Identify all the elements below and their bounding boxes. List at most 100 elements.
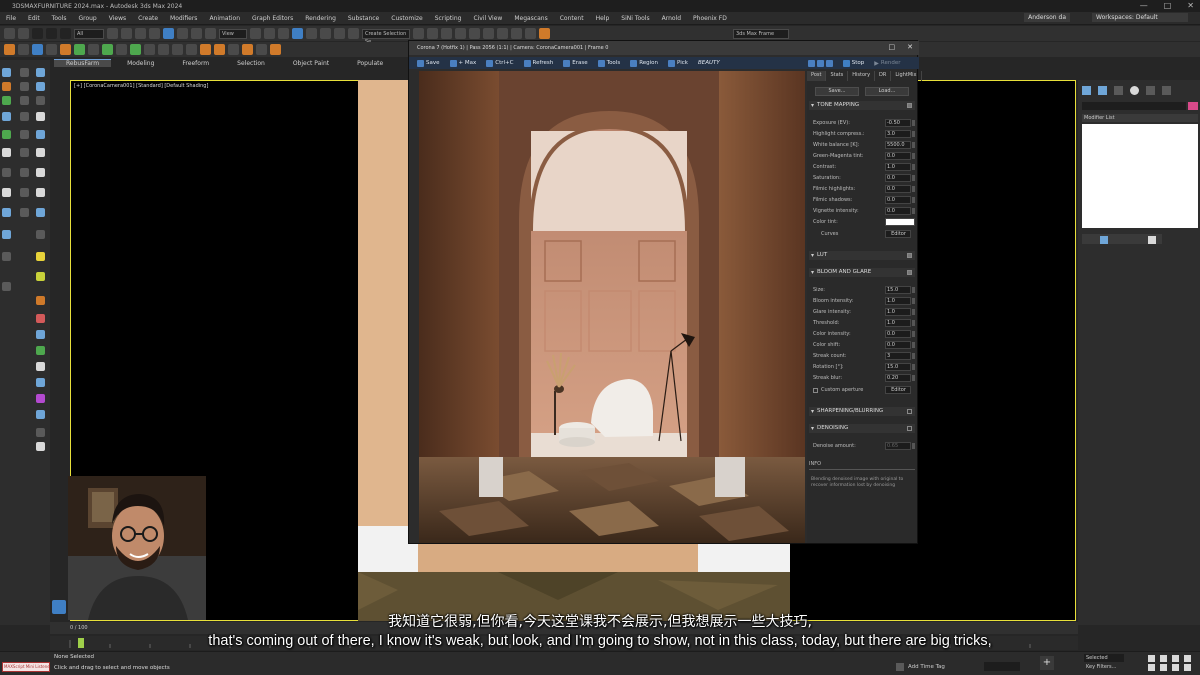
vfb-erase-button[interactable]: Erase xyxy=(559,59,591,67)
helpers-icon[interactable] xyxy=(2,96,11,105)
pan-icon[interactable] xyxy=(1160,664,1167,671)
workspace-select[interactable]: Workspaces: Default xyxy=(1092,13,1188,22)
ngon-icon[interactable] xyxy=(20,188,29,197)
named-selection-set[interactable]: Create Selection Se xyxy=(362,28,410,45)
bind-icon[interactable] xyxy=(60,28,71,39)
menu-content[interactable]: Content xyxy=(554,15,590,22)
streak-count-spinner[interactable] xyxy=(912,353,915,359)
tab-lightmix[interactable]: LightMix xyxy=(891,71,922,81)
spot-light-icon[interactable] xyxy=(2,282,11,291)
render-production-icon[interactable] xyxy=(539,28,550,39)
cameras-icon[interactable] xyxy=(36,82,45,91)
maximize-button[interactable]: □ xyxy=(1164,0,1172,12)
star-icon[interactable] xyxy=(36,188,45,197)
menu-customize[interactable]: Customize xyxy=(385,15,429,22)
snap-icon[interactable] xyxy=(292,28,303,39)
rotation-input[interactable]: 15.0 xyxy=(885,363,911,371)
vfb-title-bar[interactable]: Corona 7 (Hotfix 1) | Pass 2056 (1:1) | … xyxy=(409,41,919,55)
particle-icon[interactable] xyxy=(36,378,45,387)
zoom-extents-icon[interactable] xyxy=(1172,655,1179,662)
door-icon[interactable] xyxy=(20,130,29,139)
streak-blur-input[interactable]: 0.20 xyxy=(885,374,911,382)
keyboard-shortcut-icon[interactable] xyxy=(278,28,289,39)
menu-scripting[interactable]: Scripting xyxy=(429,15,468,22)
fov-icon[interactable] xyxy=(1148,664,1155,671)
vfb-render-button[interactable]: ▶ Render xyxy=(870,60,904,67)
move-icon[interactable] xyxy=(163,28,174,39)
sharpening-header[interactable]: SHARPENING/BLURRING xyxy=(809,407,915,416)
box-icon[interactable] xyxy=(2,112,11,121)
time-tag-icon[interactable] xyxy=(896,663,904,671)
render-element-select[interactable]: BEAUTY xyxy=(694,60,724,66)
highlight-compress-input[interactable]: 3.0 xyxy=(885,130,911,138)
render-preset-select[interactable]: 3ds Max Frame xyxy=(733,28,789,39)
tab-stats[interactable]: Stats xyxy=(826,71,849,81)
scale-icon[interactable] xyxy=(191,28,202,39)
play-icon[interactable] xyxy=(144,44,155,55)
lathe-icon[interactable] xyxy=(36,148,45,157)
render-image[interactable] xyxy=(419,71,805,543)
utilities-tab-icon[interactable] xyxy=(1162,86,1171,95)
angle-snap-icon[interactable] xyxy=(306,28,317,39)
highlight-compress-spinner[interactable] xyxy=(912,131,915,137)
color-intensity-spinner[interactable] xyxy=(912,331,915,337)
menu-civil-view[interactable]: Civil View xyxy=(467,15,508,22)
maxscript-listener[interactable]: MAXScript Mini Listener xyxy=(2,662,50,672)
pin-stack-icon[interactable] xyxy=(1100,236,1108,244)
render-setup-icon[interactable] xyxy=(511,28,522,39)
create-geometry-icon[interactable] xyxy=(2,68,11,77)
filmic-highlights-input[interactable]: 0.0 xyxy=(885,185,911,193)
frame-spinner[interactable] xyxy=(984,662,1020,671)
spinner-snap-icon[interactable] xyxy=(334,28,345,39)
vfb-tools-button[interactable]: Tools xyxy=(594,59,625,67)
custom-aperture-button[interactable]: Editor xyxy=(885,386,911,394)
tone-mapping-header[interactable]: TONE MAPPING xyxy=(809,101,915,110)
custom-aperture-checkbox[interactable] xyxy=(813,388,818,393)
streak-count-input[interactable]: 3 xyxy=(885,352,911,360)
threshold-input[interactable]: 1.0 xyxy=(885,319,911,327)
vignette-input[interactable]: 0.0 xyxy=(885,207,911,215)
minimize-button[interactable]: — xyxy=(1140,0,1148,12)
exposure-input[interactable]: -0.50 xyxy=(885,119,911,127)
zoom-all-icon[interactable] xyxy=(1160,655,1167,662)
globe-icon[interactable] xyxy=(36,330,45,339)
vfb-pick-button[interactable]: Pick xyxy=(664,59,692,67)
selection-filter[interactable]: All xyxy=(74,28,104,39)
zoom-extents-all-icon[interactable] xyxy=(1184,655,1191,662)
viewport-label[interactable]: [+] [CoronaCamera001] [Standard] [Defaul… xyxy=(74,83,208,89)
menu-megascans[interactable]: Megascans xyxy=(508,15,553,22)
arc-icon[interactable] xyxy=(2,188,11,197)
filmic-shadows-spinner[interactable] xyxy=(912,197,915,203)
region-select-icon[interactable] xyxy=(135,28,146,39)
material-editor-icon[interactable] xyxy=(497,28,508,39)
corona-converter-icon[interactable] xyxy=(116,44,127,55)
vfb-maximize-button[interactable]: □ xyxy=(889,43,896,51)
lut-checkbox[interactable] xyxy=(907,253,912,258)
rotation-spinner[interactable] xyxy=(912,364,915,370)
menu-graph-editors[interactable]: Graph Editors xyxy=(246,15,299,22)
unlink-icon[interactable] xyxy=(46,28,57,39)
reference-coord-select[interactable]: View xyxy=(219,28,247,39)
menu-views[interactable]: Views xyxy=(103,15,132,22)
corona-sun-icon[interactable] xyxy=(60,44,71,55)
menu-rendering[interactable]: Rendering xyxy=(299,15,342,22)
window-icon[interactable] xyxy=(36,130,45,139)
donut-icon[interactable] xyxy=(36,230,45,239)
tint-input[interactable]: 0.0 xyxy=(885,152,911,160)
streak-blur-spinner[interactable] xyxy=(912,375,915,381)
white-balance-spinner[interactable] xyxy=(912,142,915,148)
tab-object-paint[interactable]: Object Paint xyxy=(281,60,341,67)
menu-substance[interactable]: Substance xyxy=(342,15,385,22)
tab-history[interactable]: History xyxy=(848,71,876,81)
maximize-viewport-icon[interactable] xyxy=(1184,664,1191,671)
section-icon[interactable] xyxy=(2,230,11,239)
phoenix-source-icon[interactable] xyxy=(256,44,267,55)
tab-post[interactable]: Post xyxy=(807,71,827,81)
magic-icon[interactable] xyxy=(36,394,45,403)
color-shift-spinner[interactable] xyxy=(912,342,915,348)
filmic-highlights-spinner[interactable] xyxy=(912,186,915,192)
key-mode-select[interactable]: Selected xyxy=(1084,654,1124,662)
corona-interactive-icon[interactable] xyxy=(18,44,29,55)
ellipse-icon[interactable] xyxy=(36,208,45,217)
threshold-spinner[interactable] xyxy=(912,320,915,326)
